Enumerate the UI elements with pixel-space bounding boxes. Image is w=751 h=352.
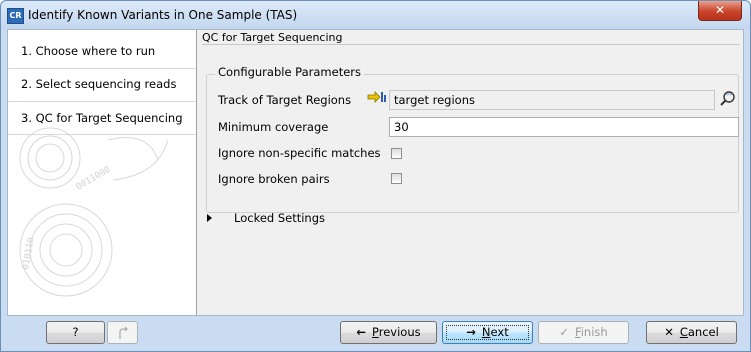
ignore-nonspecific-checkbox[interactable]: [391, 148, 402, 159]
cancel-label: ancel: [687, 325, 719, 339]
previous-button[interactable]: ← Previous: [340, 321, 437, 344]
min-coverage-label: Minimum coverage: [218, 120, 329, 134]
arrow-left-icon: ←: [356, 325, 367, 339]
checkmark-icon: ✓: [559, 325, 569, 339]
dialog-client: 1. Choose where to run 2. Select sequenc…: [7, 29, 744, 316]
section-divider: [202, 44, 740, 45]
title-bar[interactable]: CR Identify Known Variants in One Sample…: [1, 1, 750, 29]
help-button[interactable]: ?: [46, 321, 105, 344]
track-field[interactable]: target regions: [389, 90, 715, 110]
close-icon: ✕: [664, 325, 674, 339]
track-icon: [367, 91, 386, 103]
step-choose-where-to-run: 1. Choose where to run: [21, 44, 156, 58]
step-select-sequencing-reads: 2. Select sequencing reads: [21, 77, 177, 91]
cancel-mnemonic: C: [679, 325, 688, 339]
wizard-steps-panel: 1. Choose where to run 2. Select sequenc…: [8, 30, 197, 315]
ignore-nonspecific-label: Ignore non-specific matches: [218, 146, 381, 160]
ignore-broken-checkbox[interactable]: [391, 173, 402, 184]
svg-text:0011000: 0011000: [75, 165, 113, 193]
previous-label: revious: [378, 325, 421, 339]
finish-button[interactable]: ✓ Finish: [538, 321, 629, 344]
min-coverage-input[interactable]: 30: [389, 117, 739, 137]
focus-ring: [446, 325, 529, 340]
browse-icon[interactable]: [717, 89, 739, 109]
step-divider: [8, 101, 196, 102]
track-label: Track of Target Regions: [218, 93, 352, 107]
expand-arrow-icon: [207, 214, 212, 222]
window-title: Identify Known Variants in One Sample (T…: [28, 8, 298, 22]
options-panel: QC for Target Sequencing Configurable Pa…: [197, 30, 743, 315]
close-window-button[interactable]: ✕: [698, 1, 742, 21]
step-divider: [8, 68, 196, 69]
section-title: QC for Target Sequencing: [202, 31, 343, 44]
dialog-window: CR Identify Known Variants in One Sample…: [0, 0, 751, 352]
finish-label: inish: [580, 325, 608, 339]
app-icon: CR: [7, 8, 24, 24]
locked-settings-label: Locked Settings: [234, 211, 326, 225]
reset-icon: [118, 326, 128, 339]
cancel-button[interactable]: ✕ Cancel: [646, 321, 737, 344]
decorative-spiral-watermark: 0011000 010110: [19, 127, 169, 297]
svg-text:010110: 010110: [21, 237, 36, 271]
ignore-broken-label: Ignore broken pairs: [218, 172, 330, 186]
reset-button[interactable]: [107, 321, 138, 344]
previous-mnemonic: P: [372, 325, 379, 339]
next-button[interactable]: → Next: [442, 321, 533, 344]
group-title: Configurable Parameters: [215, 65, 365, 79]
locked-settings-toggle[interactable]: Locked Settings: [207, 211, 325, 225]
